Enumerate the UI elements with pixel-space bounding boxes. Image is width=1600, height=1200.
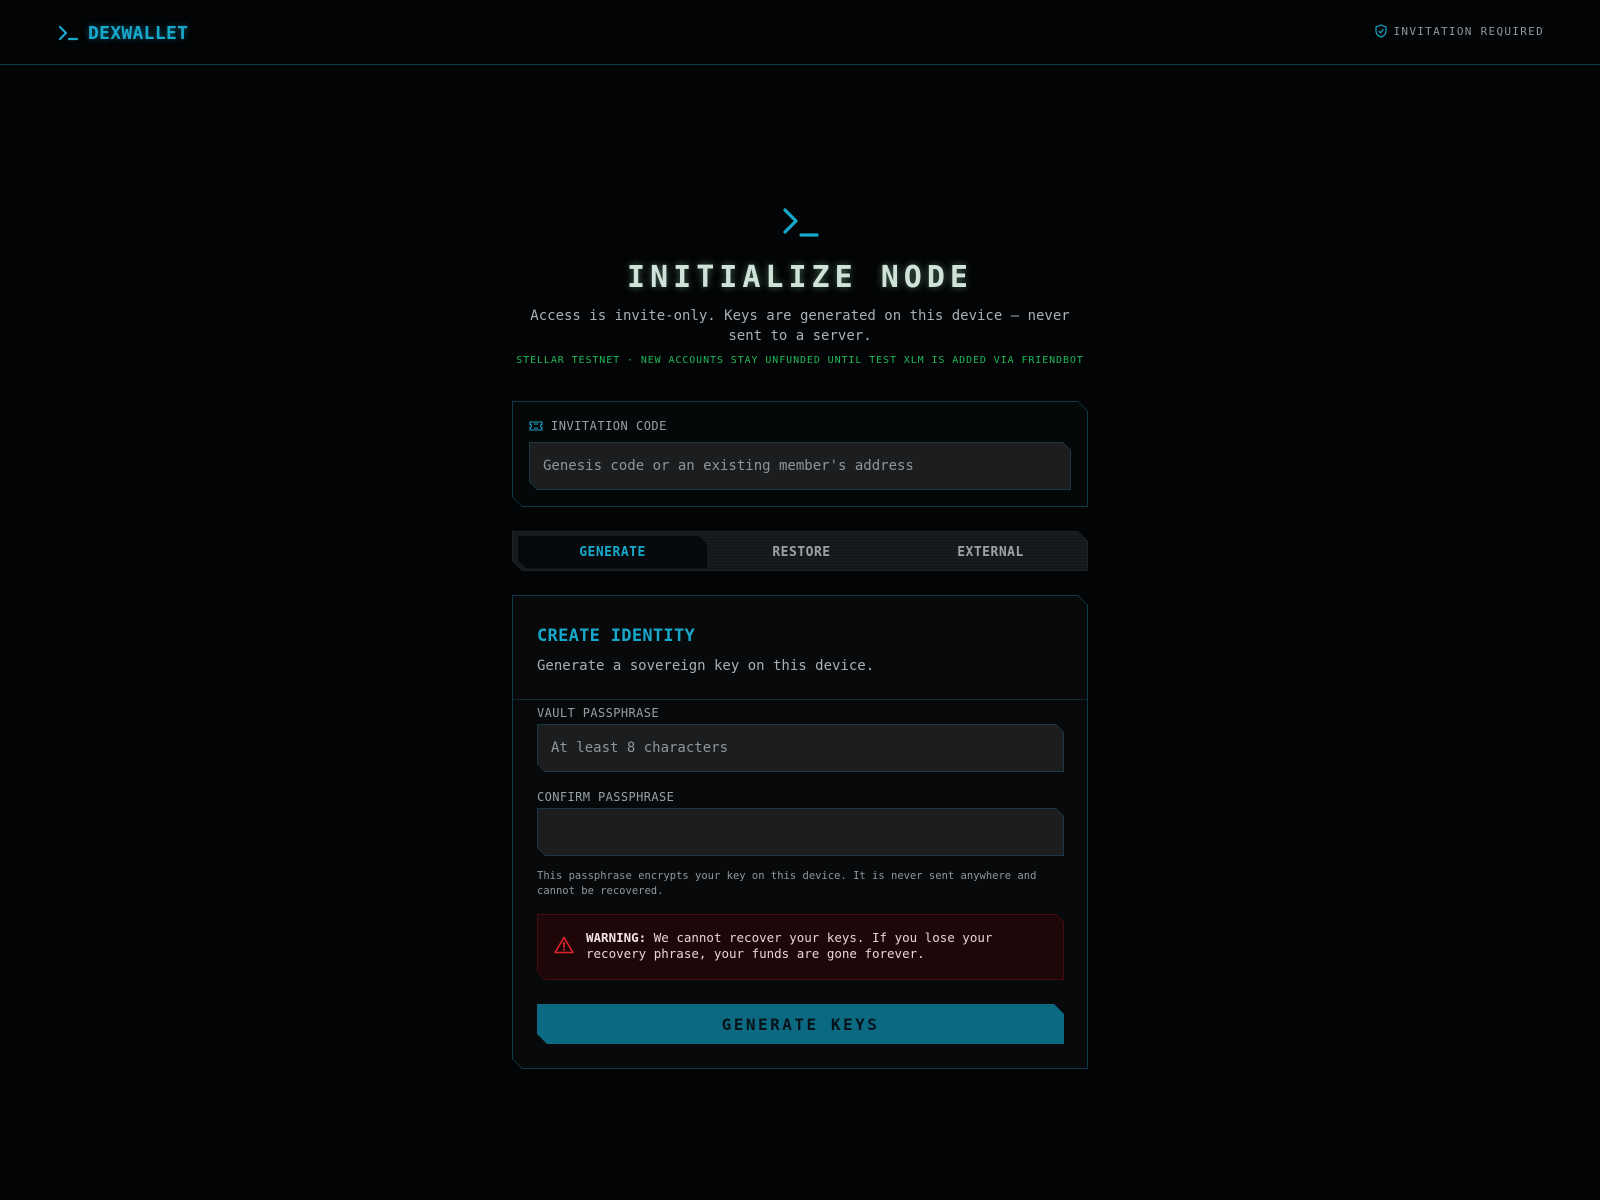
tab-external[interactable]: EXTERNAL [896,536,1085,568]
warning-message: We cannot recover your keys. If you lose… [586,930,993,961]
card-title: CREATE IDENTITY [537,626,696,646]
invitation-panel: INVITATION CODE [512,401,1088,507]
page-subtitle: Access is invite-only. Keys are generate… [530,308,1070,344]
confirm-passphrase-label: CONFIRM PASSPHRASE [537,790,675,804]
brand-name: DEXWALLET [88,22,189,44]
create-identity-card: CREATE IDENTITY Generate a sovereign key… [512,595,1088,1069]
warning-text: WARNING: We cannot recover your keys. If… [586,930,1051,962]
invitation-label: INVITATION CODE [551,419,667,433]
network-notice: STELLAR TESTNET · NEW ACCOUNTS STAY UNFU… [516,355,1084,366]
invitation-code-input[interactable] [530,443,1070,489]
tab-generate[interactable]: GENERATE [518,536,707,568]
warning-box: WARNING: We cannot recover your keys. If… [537,914,1064,980]
terminal-prompt-icon [58,25,78,41]
warning-prefix: WARNING: [586,930,647,945]
terminal-prompt-icon [783,208,819,237]
invitation-field-frame [529,442,1071,490]
invitation-label-row: INVITATION CODE [529,419,667,433]
tab-restore[interactable]: RESTORE [707,536,896,568]
shield-check-icon [1375,24,1388,38]
ticket-icon [529,420,543,432]
passphrase-hint: This passphrase encrypts your key on thi… [537,870,1037,897]
card-header: CREATE IDENTITY Generate a sovereign key… [513,596,1087,700]
invitation-status: INVITATION REQUIRED [1375,24,1544,38]
card-description: Generate a sovereign key on this device. [537,658,875,674]
brand-logo[interactable]: DEXWALLET [58,20,188,46]
mode-tabs: GENERATE RESTORE EXTERNAL [512,531,1088,571]
vault-passphrase-input[interactable] [538,725,1063,771]
confirm-passphrase-input[interactable] [538,809,1063,855]
warning-triangle-icon [554,936,574,954]
status-text: INVITATION REQUIRED [1393,24,1544,38]
confirm-passphrase-frame [537,808,1064,856]
vault-passphrase-frame [537,724,1064,772]
page-title: INITIALIZE NODE [627,260,973,295]
vault-passphrase-label: VAULT PASSPHRASE [537,706,659,720]
generate-keys-button[interactable]: GENERATE KEYS [537,1004,1064,1044]
top-bar: DEXWALLET INVITATION REQUIRED [0,0,1600,65]
